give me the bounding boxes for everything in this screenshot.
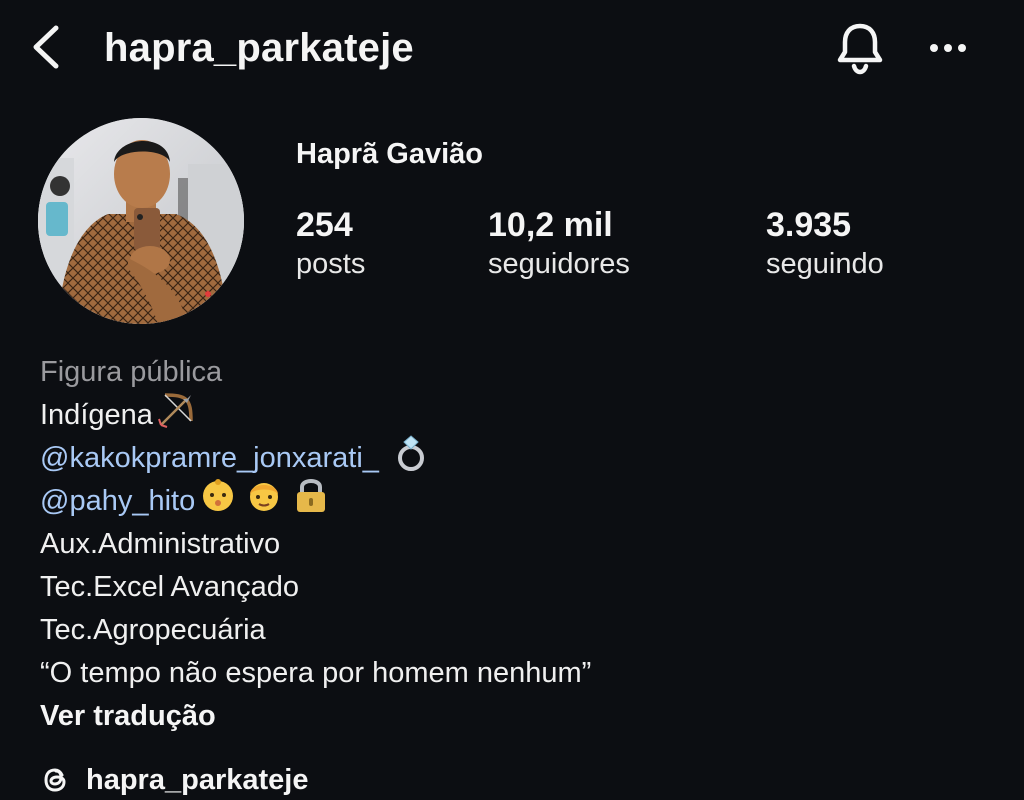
profile-full-name: Haprã Gavião: [296, 138, 483, 170]
profile-avatar[interactable]: [38, 118, 244, 324]
profile-photo: [38, 118, 244, 324]
bio-line: Tec.Agropecuária: [40, 614, 266, 646]
profile-category: Figura pública: [40, 356, 223, 388]
bell-icon: [837, 23, 883, 75]
mention-link[interactable]: @kakokpramre_jonxarati_: [40, 437, 379, 480]
profile-username-title: hapra_parkateje: [104, 26, 414, 70]
followers-stat[interactable]: 10,2 mil seguidores: [488, 204, 630, 282]
more-horizontal-icon: [930, 44, 966, 52]
threads-icon: [44, 768, 66, 792]
posts-count: 254: [296, 206, 353, 244]
posts-stat[interactable]: 254 posts: [296, 204, 365, 282]
bio-line: Tec.Excel Avançado: [40, 571, 300, 603]
baby-icon: [199, 476, 237, 527]
following-stat[interactable]: 3.935 seguindo: [766, 204, 884, 282]
bio-line: Indígena: [40, 393, 1000, 437]
bow-and-arrow-icon: [157, 389, 197, 442]
followers-label: seguidores: [488, 248, 630, 280]
bio-line: Aux.Administrativo: [40, 528, 281, 560]
more-options-button[interactable]: [924, 28, 972, 68]
notifications-button[interactable]: [832, 18, 888, 76]
see-translation-link[interactable]: Ver tradução: [40, 695, 1000, 738]
following-count: 3.935: [766, 206, 852, 244]
profile-bio: Figura pública Indígena @kakokpramre_jon…: [40, 351, 1000, 738]
boy-icon: [245, 476, 283, 527]
followers-count: 10,2 mil: [488, 206, 613, 244]
lock-icon: [293, 476, 329, 527]
chevron-left-icon: [33, 25, 59, 69]
threads-profile-link[interactable]: hapra_parkateje: [40, 758, 308, 800]
ring-icon: [391, 432, 431, 485]
profile-header: hapra_parkateje: [0, 0, 1024, 96]
mention-link[interactable]: @pahy_hito: [40, 480, 195, 523]
posts-label: posts: [296, 248, 366, 280]
following-label: seguindo: [766, 248, 884, 280]
threads-handle: hapra_parkateje: [86, 763, 309, 796]
bio-quote: “O tempo não espera por homem nenhum”: [40, 657, 592, 689]
back-button[interactable]: [26, 22, 70, 72]
bio-line: @kakokpramre_jonxarati_: [40, 435, 1000, 480]
profile-screen: hapra_parkateje Haprã Gavião 254 posts 1…: [0, 0, 1024, 800]
bio-line: @pahy_hito: [40, 479, 1000, 523]
bio-text: Indígena: [40, 399, 153, 431]
